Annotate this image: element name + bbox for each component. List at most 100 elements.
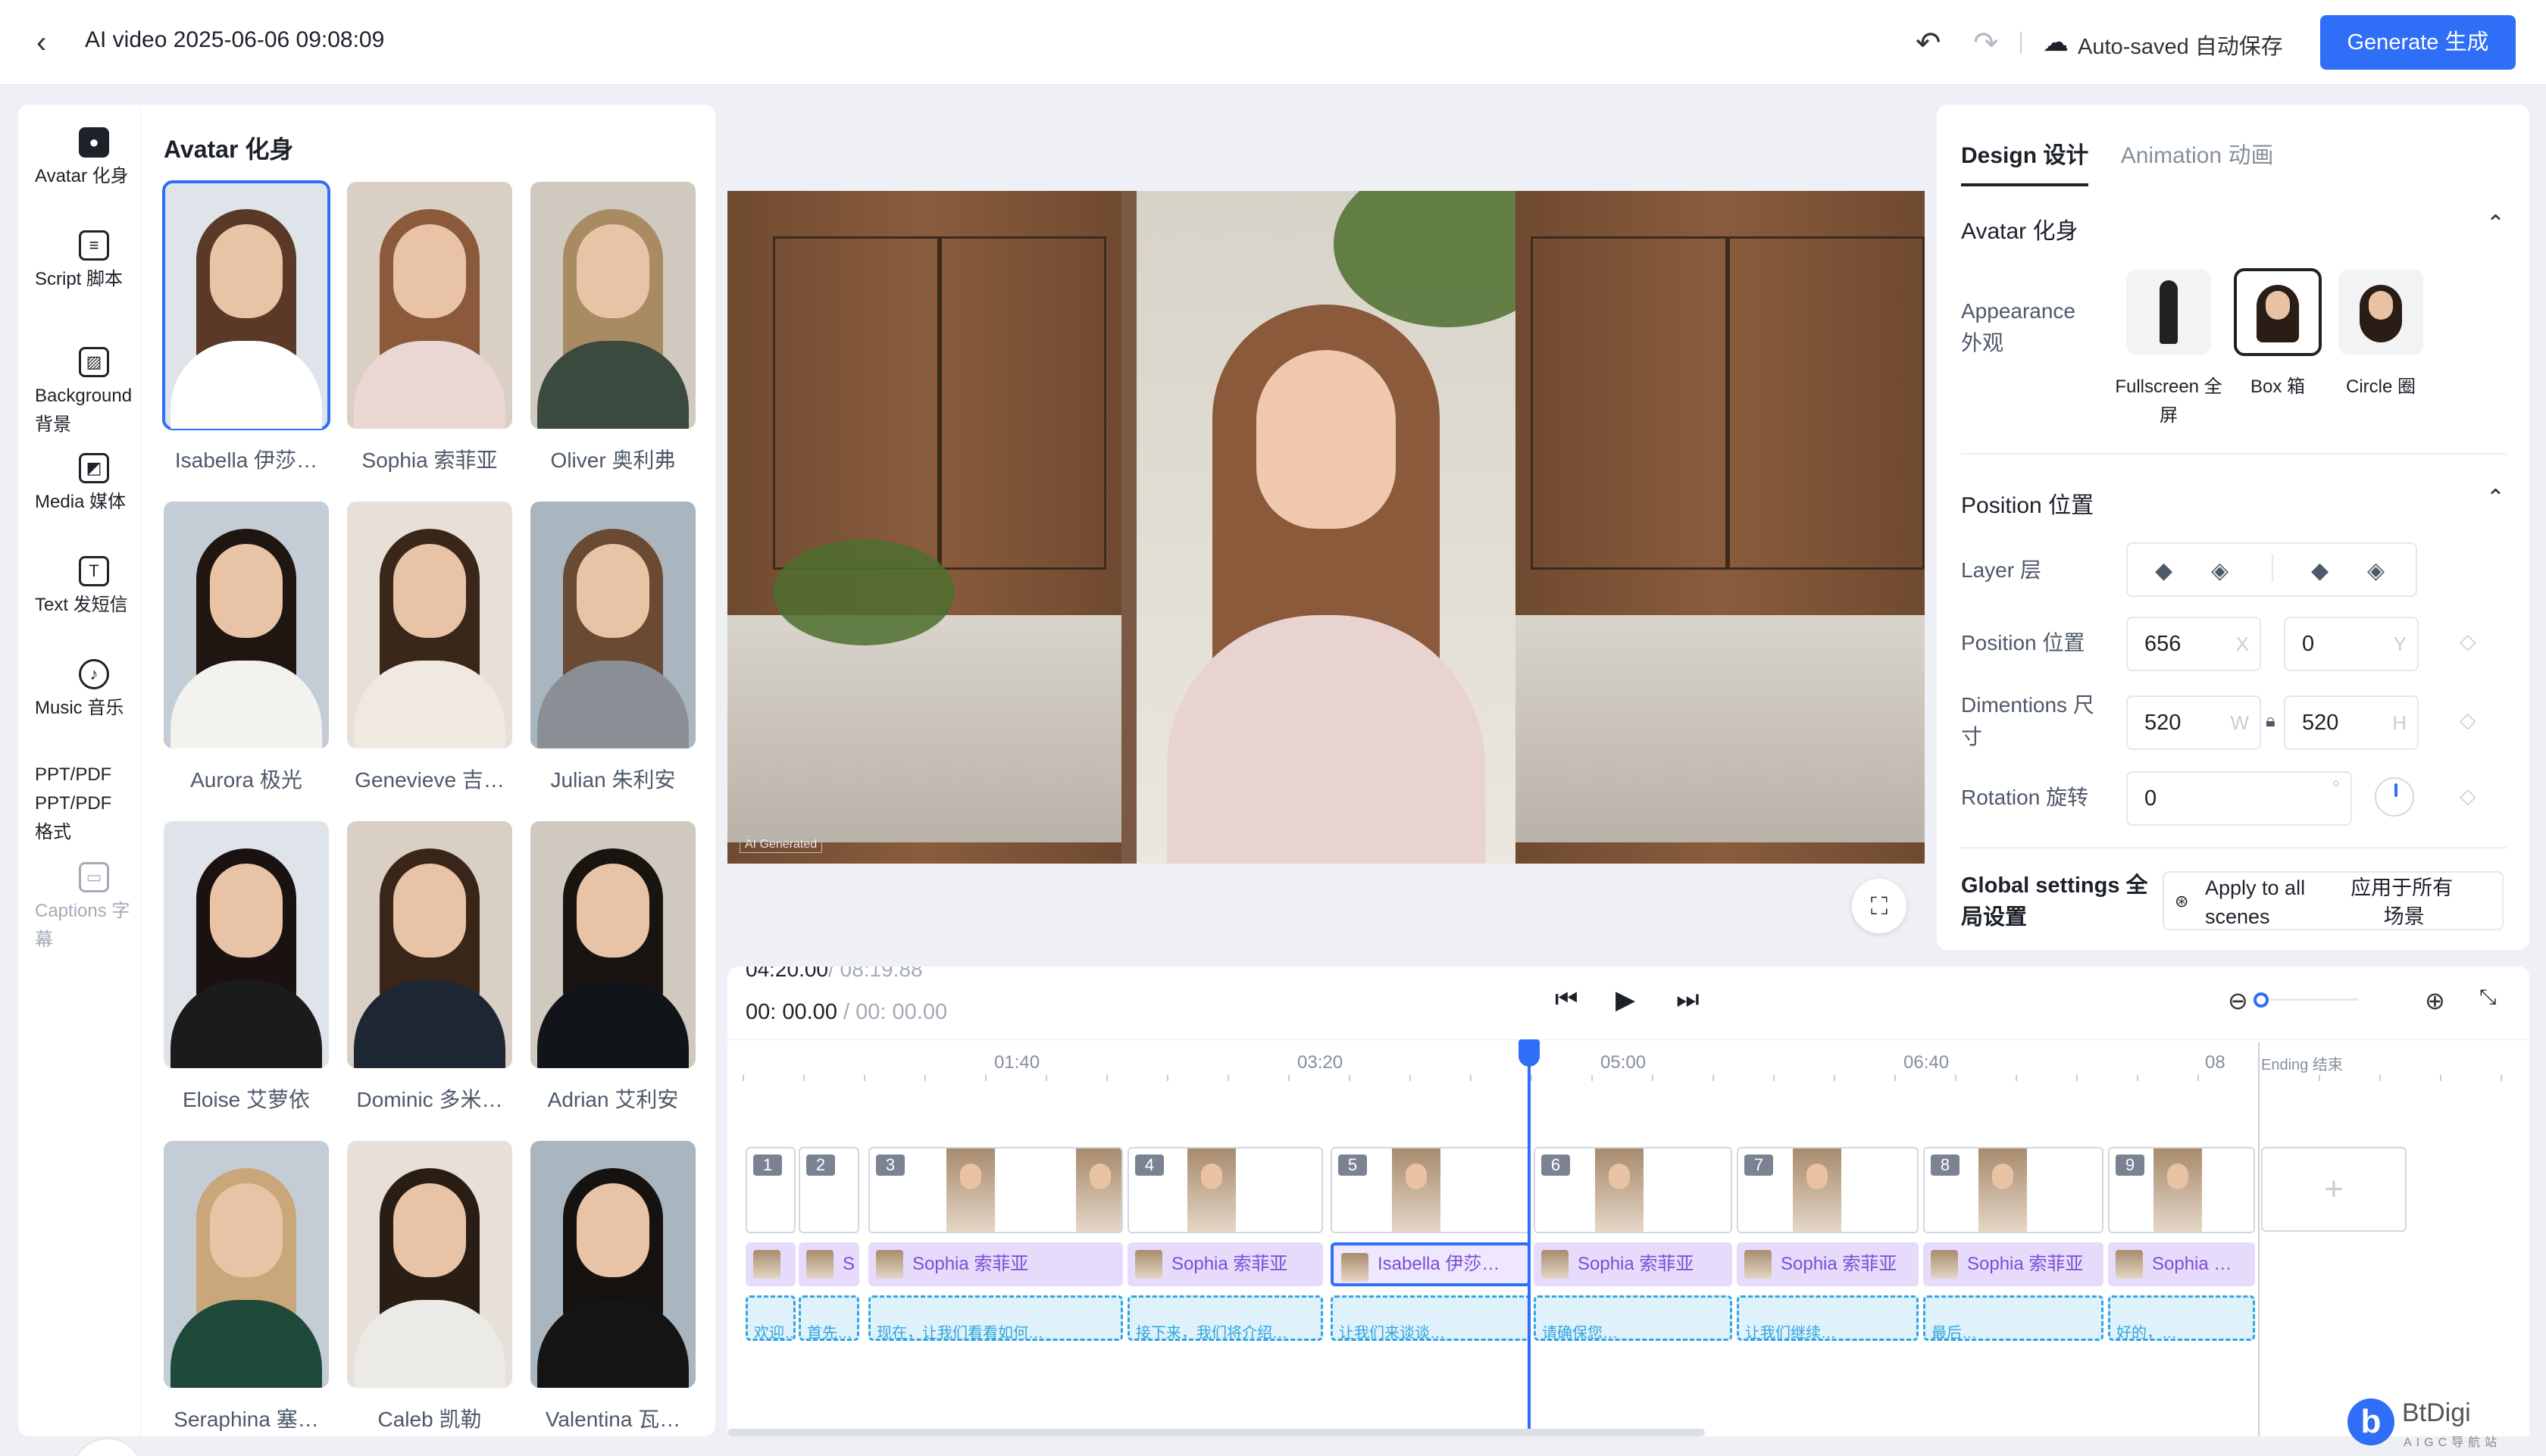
scene-thumb[interactable]: 2 <box>799 1147 859 1233</box>
avatar-thumbnail[interactable] <box>530 1141 696 1388</box>
scene-thumb[interactable]: 4 <box>1128 1147 1323 1233</box>
position-y-input[interactable]: 0 Y <box>2284 617 2419 671</box>
collapse-chevron-icon[interactable]: ⌃ <box>2486 211 2505 237</box>
tool-captions[interactable]: ▭ Captions 字幕 <box>35 862 132 955</box>
keyframe-icon[interactable]: ◇ <box>2460 783 2476 808</box>
back-chevron-icon[interactable]: ‹ <box>36 27 67 58</box>
keyframe-icon[interactable]: ◇ <box>2460 629 2476 654</box>
avatar-thumbnail[interactable] <box>164 501 329 748</box>
keyframe-icon[interactable]: ◇ <box>2460 708 2476 733</box>
caption-clip[interactable]: 好的，… <box>2108 1295 2255 1341</box>
tool-background[interactable]: ▨ Background 背景 <box>35 347 132 439</box>
caption-clip[interactable]: 让我们继续… <box>1737 1295 1919 1341</box>
caption-clip[interactable]: 首先… <box>799 1295 859 1341</box>
playhead[interactable] <box>1519 1039 1540 1436</box>
play-icon[interactable]: ▶ <box>1615 985 1635 1015</box>
avatar-clip[interactable]: Sophia 索菲亚 <box>868 1242 1123 1286</box>
project-title[interactable]: AI video 2025-06-06 09:08:09 <box>85 27 384 53</box>
avatar-clip[interactable] <box>746 1242 796 1286</box>
avatar-thumbnail[interactable] <box>347 182 512 429</box>
avatar-thumbnail[interactable] <box>347 501 512 748</box>
avatar-card[interactable]: Isabella 伊莎… <box>162 180 330 474</box>
avatar-clip[interactable]: Sophia 索菲亚 <box>1737 1242 1919 1286</box>
send-backward-icon[interactable]: ◈ <box>2211 558 2229 584</box>
bring-to-front-icon[interactable]: ◆ <box>2311 558 2329 584</box>
avatar-card[interactable]: Dominic 多米… <box>347 821 512 1114</box>
tool-ppt[interactable]: PPT/PDF PPT/PDF 格式 <box>35 761 132 847</box>
zoom-slider[interactable]: ⊖ ⊕ <box>2228 987 2445 1014</box>
avatar-thumbnail[interactable] <box>347 1141 512 1388</box>
caption-clip[interactable]: 现在，让我们看看如何… <box>868 1295 1123 1341</box>
scene-thumb[interactable]: 6 <box>1534 1147 1732 1233</box>
avatar-thumbnail[interactable] <box>347 821 512 1068</box>
avatar-thumbnail[interactable] <box>530 182 696 429</box>
avatar-clip[interactable]: Sophia 索菲亚 <box>1534 1242 1732 1286</box>
tool-music[interactable]: ♪ Music 音乐 <box>35 659 132 723</box>
undo-icon[interactable]: ↶ <box>1916 26 1941 61</box>
tool-script[interactable]: ≡ Script 脚本 <box>35 230 132 294</box>
fit-timeline-icon[interactable]: ⤡ <box>2479 985 2496 1010</box>
horizontal-scrollbar[interactable] <box>727 1429 1705 1436</box>
avatar-clip[interactable]: Isabella 伊莎… <box>1331 1242 1531 1286</box>
add-scene-button[interactable]: + <box>2261 1147 2407 1232</box>
scene-thumb[interactable]: 1 <box>746 1147 796 1233</box>
avatar-thumbnail[interactable] <box>530 501 696 748</box>
zoom-in-icon[interactable]: ⊕ <box>2425 986 2445 1015</box>
scene-thumb[interactable]: 8 <box>1923 1147 2103 1233</box>
scene-thumb[interactable]: 5 <box>1331 1147 1531 1233</box>
notes-icon[interactable]: ✎ <box>71 1438 144 1456</box>
avatar-clip[interactable]: Sophia 索菲亚 <box>1128 1242 1323 1286</box>
avatar-card[interactable]: Oliver 奥利弗 <box>530 182 696 474</box>
tool-text[interactable]: T Text 发短信 <box>35 556 132 620</box>
avatar-thumbnail[interactable] <box>162 180 330 430</box>
avatar-card[interactable]: Caleb 凯勒 <box>347 1141 512 1433</box>
tool-media[interactable]: ◩ Media 媒体 <box>35 453 132 517</box>
avatar-preview[interactable] <box>1137 191 1561 864</box>
skip-forward-icon[interactable]: ⏭ <box>1676 985 1700 1014</box>
caption-clip[interactable]: 欢迎… <box>746 1295 796 1341</box>
avatar-section-title[interactable]: Avatar 化身 <box>1961 212 2078 245</box>
rotation-dial[interactable] <box>2375 777 2414 817</box>
width-input[interactable]: 520 W <box>2126 695 2261 750</box>
skip-back-icon[interactable]: ⏮ <box>1555 985 1578 1014</box>
avatar-card[interactable]: Eloise 艾萝依 <box>164 821 329 1114</box>
send-to-back-icon[interactable]: ◈ <box>2367 558 2385 584</box>
height-input[interactable]: 520 H <box>2284 695 2419 750</box>
caption-clip[interactable]: 最后… <box>1923 1295 2103 1341</box>
collapse-chevron-icon[interactable]: ⌃ <box>2486 485 2505 511</box>
apply-to-all-button[interactable]: ⊛ Apply to all 应用于所有 scenes 场景 <box>2163 871 2504 930</box>
avatar-thumbnail[interactable] <box>164 821 329 1068</box>
tab-design[interactable]: Design 设计 <box>1961 136 2089 186</box>
avatar-card[interactable]: Julian 朱利安 <box>530 501 696 794</box>
position-x-input[interactable]: 656 X <box>2126 617 2261 671</box>
avatar-card[interactable]: Valentina 瓦… <box>530 1141 696 1433</box>
avatar-card[interactable]: Sophia 索菲亚 <box>347 182 512 474</box>
bring-forward-icon[interactable]: ◆ <box>2155 558 2172 584</box>
scene-thumb[interactable]: 9 <box>2108 1147 2255 1233</box>
avatar-card[interactable]: Seraphina 塞… <box>164 1141 329 1433</box>
fullscreen-icon[interactable]: ⛶ <box>1852 879 1906 933</box>
avatar-clip[interactable]: Sophia … <box>2108 1242 2255 1286</box>
tab-animation[interactable]: Animation 动画 <box>2121 136 2274 183</box>
zoom-out-icon[interactable]: ⊖ <box>2228 986 2248 1015</box>
generate-button[interactable]: Generate 生成 <box>2320 15 2516 70</box>
avatar-clip[interactable]: S <box>799 1242 859 1286</box>
avatar-card[interactable]: Adrian 艾利安 <box>530 821 696 1114</box>
caption-clip[interactable]: 请确保您… <box>1534 1295 1732 1341</box>
appearance-circle[interactable]: Circle 圈 <box>2338 270 2423 401</box>
position-section-title[interactable]: Position 位置 <box>1961 486 2094 520</box>
zoom-handle[interactable] <box>2254 992 2269 1008</box>
appearance-box[interactable]: Box 箱 <box>2234 268 2322 401</box>
scene-thumb[interactable]: 3 <box>868 1147 1123 1233</box>
avatar-card[interactable]: Aurora 极光 <box>164 501 329 794</box>
scene-thumb[interactable]: 7 <box>1737 1147 1919 1233</box>
avatar-card[interactable]: Genevieve 吉… <box>347 501 512 794</box>
caption-clip[interactable]: 接下来，我们将介绍… <box>1128 1295 1323 1341</box>
avatar-thumbnail[interactable] <box>530 821 696 1068</box>
avatar-thumbnail[interactable] <box>164 1141 329 1388</box>
tool-avatar[interactable]: ● Avatar 化身 <box>35 127 132 191</box>
caption-clip[interactable]: 让我们来谈谈… <box>1331 1295 1531 1341</box>
appearance-fullscreen[interactable]: Fullscreen 全屏 <box>2115 270 2222 430</box>
rotation-input[interactable]: 0 ° <box>2126 771 2352 826</box>
lock-icon[interactable]: 🔒︎ <box>2266 711 2275 732</box>
